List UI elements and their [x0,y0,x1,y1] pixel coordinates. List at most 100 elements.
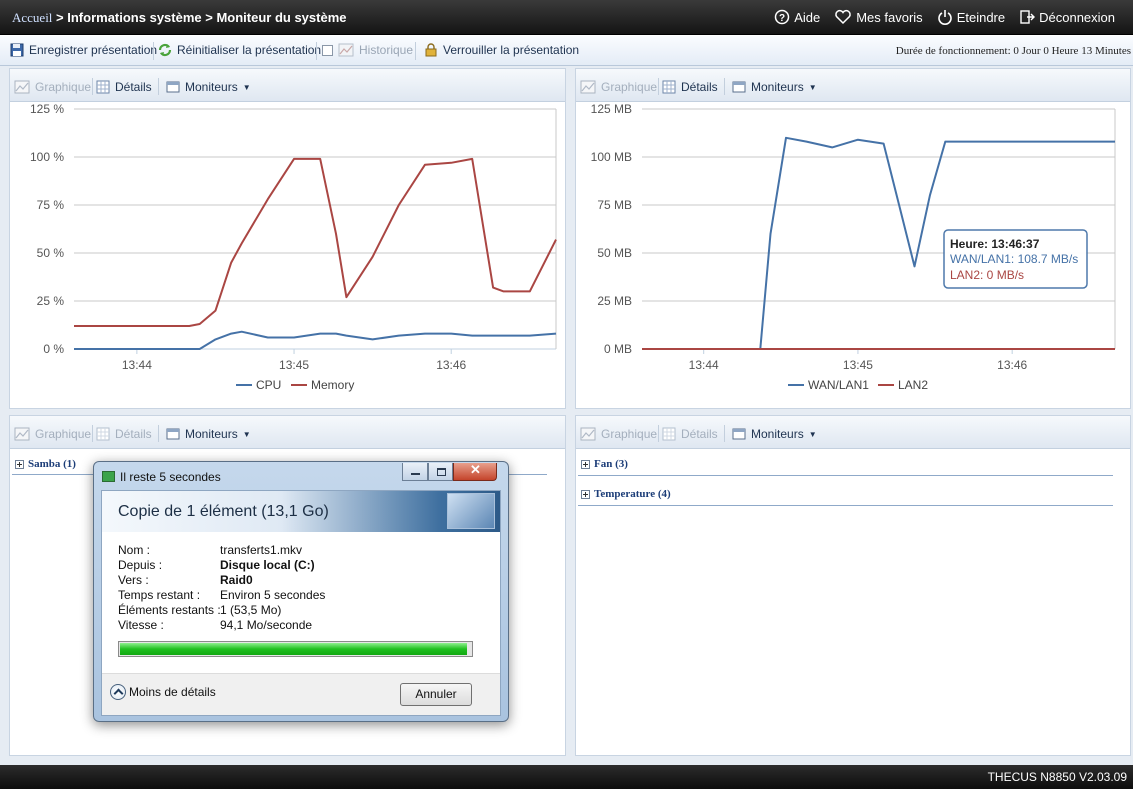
y-tick-label: 125 MB [591,102,632,116]
legend-item[interactable]: WAN/LAN1 [808,378,869,392]
detail-value: Environ 5 secondes [220,588,326,602]
svg-text:?: ? [779,13,785,24]
dropdown-arrow-icon: ▼ [808,429,817,439]
legend-item[interactable]: CPU [256,378,281,392]
reset-layout-button[interactable]: Réinitialiser la présentation [158,43,321,57]
history-checkbox[interactable] [322,44,333,56]
panel-toolbar: Graphique Détails Moniteurs ▼ [10,69,565,102]
x-tick-label: 13:45 [279,358,309,372]
graph-view-button[interactable]: Graphique [14,427,91,441]
details-view-label: Détails [681,427,718,441]
tooltip-title: Heure: 13:46:37 [950,237,1040,251]
dialog-title: Il reste 5 secondes [120,470,221,484]
monitors-dropdown[interactable]: Moniteurs ▼ [732,80,817,94]
grid-icon [96,80,110,94]
series-line-cpu[interactable] [74,330,557,350]
less-details-button[interactable]: Moins de détails [110,684,216,700]
toolbar-divider [158,425,159,442]
x-tick-label: 13:46 [997,358,1027,372]
legend-item[interactable]: LAN2 [898,378,928,392]
temperature-group[interactable]: Temperature (4) [581,488,671,500]
maximize-button[interactable] [428,463,453,481]
grid-icon [662,80,676,94]
toolbar-divider [724,78,725,95]
toolbar-divider [658,78,659,95]
history-label: Historique [359,43,414,57]
lock-layout-button[interactable]: Verrouiller la présentation [424,43,579,57]
logout-link[interactable]: Déconnexion [1019,9,1115,25]
monitors-dropdown[interactable]: Moniteurs ▼ [166,80,251,94]
y-tick-label: 25 % [37,294,65,308]
samba-group[interactable]: Samba (1) [15,458,76,470]
help-link[interactable]: ? Aide [774,9,820,25]
toolbar-divider [92,425,93,442]
y-tick-label: 75 MB [597,198,632,212]
detail-value[interactable]: Raid0 [220,573,253,587]
dialog-heading: Copie de 1 élément (13,1 Go) [118,503,329,520]
chart-tooltip: Heure: 13:46:37WAN/LAN1: 108.7 MB/s LAN2:… [943,229,1088,289]
logout-icon [1020,10,1036,24]
detail-value: 94,1 Mo/seconde [220,618,313,632]
panel-toolbar: Graphique Détails Moniteurs ▼ [10,416,565,449]
x-tick-label: 13:44 [122,358,152,372]
dropdown-arrow-icon: ▼ [808,82,817,92]
close-button[interactable]: ✕ [453,462,497,481]
product-version: THECUS N8850 V2.03.09 [987,770,1127,784]
breadcrumb-separator: > [201,10,217,25]
grid-icon [96,427,110,441]
monitor-window-icon [732,428,746,440]
heart-icon [835,9,851,25]
graph-view-label: Graphique [35,80,92,94]
shutdown-link[interactable]: Eteindre [937,9,1005,25]
temperature-group-label: Temperature (4) [594,488,671,500]
dropdown-arrow-icon: ▼ [242,82,251,92]
top-bar: Accueil > Informations système > Moniteu… [0,0,1133,35]
lock-icon [425,43,437,57]
detail-label: Vers : [118,573,149,587]
copy-progress-fill [120,643,468,655]
cancel-button[interactable]: Annuler [400,683,472,706]
monitors-dropdown[interactable]: Moniteurs ▼ [732,427,817,441]
expand-icon[interactable] [581,459,590,469]
breadcrumb-section[interactable]: Informations système [67,10,201,25]
details-view-button[interactable]: Détails [662,427,718,441]
close-icon: ✕ [470,462,481,477]
x-tick-label: 13:46 [436,358,466,372]
details-view-button[interactable]: Détails [96,427,152,441]
detail-label: Depuis : [118,558,163,572]
detail-label: Vitesse : [118,618,164,632]
samba-group-label: Samba (1) [28,458,76,470]
history-button[interactable]: Historique [322,43,413,57]
x-tick-label: 13:45 [843,358,873,372]
monitors-label: Moniteurs [185,80,238,94]
monitors-label: Moniteurs [751,427,804,441]
toolbar-divider [92,78,93,95]
favorites-link[interactable]: Mes favoris [834,9,923,25]
legend-item[interactable]: Memory [311,378,354,392]
footer-bar: THECUS N8850 V2.03.09 [0,765,1133,789]
details-view-button[interactable]: Détails [662,80,718,94]
grid-icon [662,427,676,441]
minimize-icon [411,473,420,475]
graph-view-button[interactable]: Graphique [14,80,91,94]
help-icon: ? [774,9,790,25]
details-view-button[interactable]: Détails [96,80,152,94]
graph-view-label: Graphique [601,80,658,94]
monitors-dropdown[interactable]: Moniteurs ▼ [166,427,251,441]
monitors-label: Moniteurs [751,80,804,94]
save-layout-button[interactable]: Enregistrer présentation [10,43,157,57]
graph-view-button[interactable]: Graphique [580,427,657,441]
graph-view-label: Graphique [601,427,658,441]
expand-icon[interactable] [15,459,24,469]
cpu-memory-panel: Graphique Détails Moniteurs ▼ 0 % 25 % 50 … [9,68,566,409]
y-tick-label: 50 % [37,246,65,260]
maximize-icon [437,468,446,476]
detail-value[interactable]: Disque local (C:) [220,558,315,572]
toolbar-divider [316,42,317,60]
toolbar-divider [724,425,725,442]
minimize-button[interactable] [402,463,428,481]
expand-icon[interactable] [581,489,590,499]
fan-group[interactable]: Fan (3) [581,458,628,470]
breadcrumb-home-link[interactable]: Accueil [12,10,52,25]
graph-view-button[interactable]: Graphique [580,80,657,94]
